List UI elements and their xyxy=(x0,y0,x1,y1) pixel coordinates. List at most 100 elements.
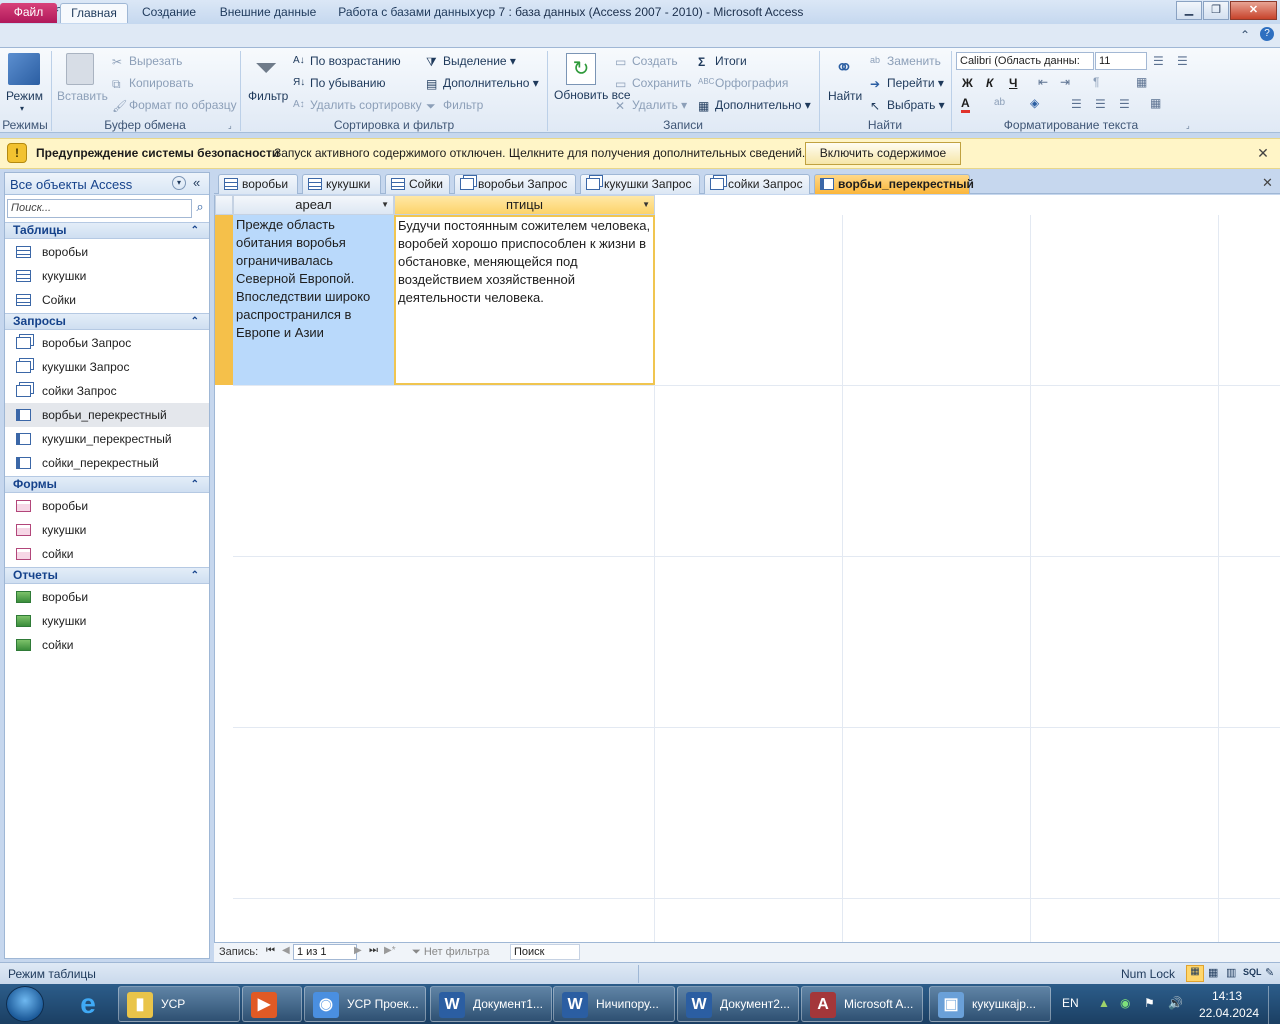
nav-item[interactable]: кукушки xyxy=(5,264,209,288)
nav-item[interactable]: кукушки_перекрестный xyxy=(5,427,209,451)
collapse-chevron-icon[interactable]: ⌃ xyxy=(191,223,199,238)
paste-icon[interactable] xyxy=(66,53,94,85)
nav-menu-chevron-icon[interactable]: ▾ xyxy=(172,176,186,190)
italic-button[interactable]: К xyxy=(986,76,993,90)
close-document-icon[interactable]: ✕ xyxy=(1262,175,1273,191)
collapse-chevron-icon[interactable]: ⌃ xyxy=(191,477,199,492)
record-search-input[interactable]: Поиск xyxy=(510,944,580,960)
totals-button[interactable]: Σ Итоги xyxy=(698,54,747,69)
nav-item[interactable]: воробьи Запрос xyxy=(5,331,209,355)
tab-external-data[interactable]: Внешние данные xyxy=(214,3,322,23)
no-filter-button[interactable]: ⏷ Нет фильтра xyxy=(412,946,489,959)
font-size-select[interactable]: 11 xyxy=(1095,52,1147,70)
show-desktop-button[interactable] xyxy=(1268,986,1280,1024)
nav-collapse-icon[interactable]: « xyxy=(193,175,200,190)
nav-section-forms[interactable]: Формы ⌃ xyxy=(5,476,209,493)
nav-item[interactable]: сойки_перекрестный xyxy=(5,451,209,475)
replace-button[interactable]: ab Заменить xyxy=(870,54,941,69)
taskbar-button[interactable]: W Ничипору... xyxy=(553,986,675,1022)
taskbar-button[interactable]: ▮ УСР xyxy=(118,986,240,1022)
tab-file[interactable]: Файл xyxy=(0,3,57,23)
format-painter-button[interactable]: 🖌 Формат по образцу xyxy=(112,98,237,113)
nav-item[interactable]: Сойки xyxy=(5,288,209,312)
cut-button[interactable]: ✂ Вырезать xyxy=(112,54,182,69)
paste-button[interactable]: Вставить xyxy=(57,89,108,103)
taskbar-button[interactable]: A Microsoft A... xyxy=(801,986,923,1022)
action-center-icon[interactable]: ⚑ xyxy=(1144,996,1155,1010)
nav-item[interactable]: воробьи xyxy=(5,494,209,518)
paragraph-direction-icon[interactable]: ¶ xyxy=(1093,75,1099,89)
nav-item[interactable]: сойки xyxy=(5,542,209,566)
doc-tab[interactable]: воробьи Запрос xyxy=(454,174,576,194)
indent-decrease-icon[interactable]: ⇤ xyxy=(1038,75,1048,89)
doc-tab[interactable]: кукушки Запрос xyxy=(580,174,700,194)
nav-pane-header[interactable]: Все объекты Access ▾ « xyxy=(5,173,209,195)
column-dropdown-icon[interactable]: ▼ xyxy=(381,196,389,214)
cell-area[interactable]: Прежде область обитания воробья ограничи… xyxy=(233,215,394,385)
select-button[interactable]: ↖ Выбрать ▾ xyxy=(870,98,945,113)
column-header-area[interactable]: ареал ▼ xyxy=(233,195,394,215)
taskbar-button[interactable]: W Документ2... xyxy=(677,986,799,1022)
underline-button[interactable]: Ч xyxy=(1009,76,1017,90)
refresh-all-button[interactable]: Обновить все xyxy=(554,89,631,102)
doc-tab[interactable]: воробьи xyxy=(218,174,298,194)
align-left-icon[interactable]: ☰ xyxy=(1071,97,1082,111)
collapse-chevron-icon[interactable]: ⌃ xyxy=(191,314,199,329)
sort-ascending-button[interactable]: A↓ По возрастанию xyxy=(293,54,401,69)
bold-button[interactable]: Ж xyxy=(962,76,973,90)
cell-birds[interactable]: Будучи постоянным сожителем человека, во… xyxy=(394,215,655,385)
taskbar-button[interactable]: ◉ УСР Проек... xyxy=(304,986,426,1022)
search-icon[interactable]: ⌕ xyxy=(192,199,208,218)
tray-app-icon[interactable]: ◉ xyxy=(1120,996,1130,1010)
clock-time[interactable]: 14:13 xyxy=(1212,989,1242,1003)
sql-view-button[interactable]: SQL xyxy=(1243,967,1262,977)
gridlines-icon[interactable]: ▦ xyxy=(1136,75,1147,89)
next-record-icon[interactable]: ▶ xyxy=(354,945,362,956)
remove-sort-button[interactable]: A↕ Удалить сортировку xyxy=(293,98,422,113)
copy-button[interactable]: ⧉ Копировать xyxy=(112,76,194,91)
fill-color-icon[interactable]: ◈ xyxy=(1030,96,1039,110)
highlight-icon[interactable]: ab xyxy=(994,97,1005,108)
prev-record-icon[interactable]: ◀ xyxy=(282,945,290,956)
design-view-icon[interactable]: ✎ xyxy=(1265,966,1274,979)
selection-button[interactable]: ⧩ Выделение ▾ xyxy=(426,54,516,69)
tab-home[interactable]: Главная xyxy=(60,3,128,23)
language-indicator[interactable]: EN xyxy=(1062,996,1079,1010)
spelling-button[interactable]: ABCОрфография xyxy=(698,76,788,91)
pivotchart-view-icon[interactable]: ▥ xyxy=(1226,966,1236,979)
indent-increase-icon[interactable]: ⇥ xyxy=(1060,75,1070,89)
internet-explorer-icon[interactable]: e xyxy=(68,987,108,1021)
taskbar-button[interactable]: W Документ1... xyxy=(430,986,552,1022)
view-dropdown-icon[interactable]: ▾ xyxy=(20,104,24,113)
clock-date[interactable]: 22.04.2024 xyxy=(1199,1006,1259,1020)
nav-item[interactable]: сойки Запрос xyxy=(5,379,209,403)
toggle-filter-button[interactable]: ⏷ Фильтр xyxy=(426,98,483,113)
restore-button[interactable]: ❐ xyxy=(1203,1,1229,20)
doc-tab[interactable]: Сойки xyxy=(385,174,450,194)
minimize-button[interactable]: ▁ xyxy=(1176,1,1202,20)
advanced-filter-button[interactable]: ▤ Дополнительно ▾ xyxy=(426,76,539,91)
more-records-button[interactable]: ▦ Дополнительно ▾ xyxy=(698,98,811,113)
pivottable-view-icon[interactable]: ▦ xyxy=(1208,966,1218,979)
security-warning-message[interactable]: Запуск активного содержимого отключен. Щ… xyxy=(274,146,805,160)
filter-button[interactable]: Фильтр xyxy=(248,89,288,103)
nav-item[interactable]: кукушки xyxy=(5,518,209,542)
close-window-button[interactable]: ✕ xyxy=(1230,1,1277,20)
nav-item[interactable]: кукушки xyxy=(5,609,209,633)
record-position-input[interactable]: 1 из 1 xyxy=(293,944,357,960)
doc-tab[interactable]: ворбьи_перекрестный xyxy=(814,174,974,194)
help-icon[interactable]: ? xyxy=(1260,27,1274,41)
taskbar-button[interactable]: ▶ xyxy=(242,986,302,1022)
sort-descending-button[interactable]: Я↓ По убыванию xyxy=(293,76,386,91)
font-family-select[interactable]: Calibri (Область данны: xyxy=(956,52,1094,70)
clipboard-launcher-icon[interactable]: ⌟ xyxy=(228,121,232,130)
binoculars-icon[interactable]: ⚭ xyxy=(829,53,859,83)
nav-item[interactable]: сойки xyxy=(5,633,209,657)
column-header-birds[interactable]: птицы ▼ xyxy=(394,195,655,215)
row-selector[interactable] xyxy=(215,215,233,385)
network-icon[interactable]: ▲ xyxy=(1098,996,1110,1010)
nav-item[interactable]: воробьи xyxy=(5,240,209,264)
nav-item[interactable]: кукушки Запрос xyxy=(5,355,209,379)
new-record-button[interactable]: ▭ Создать xyxy=(615,54,678,69)
collapse-chevron-icon[interactable]: ⌃ xyxy=(191,568,199,583)
